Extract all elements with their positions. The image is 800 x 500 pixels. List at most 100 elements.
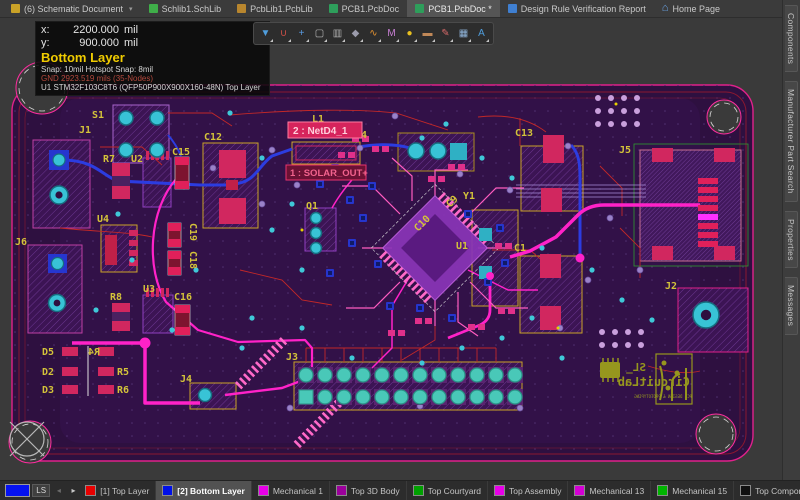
measure-tool-icon: ▥ — [333, 28, 342, 39]
chevron-down-icon[interactable]: ▾ — [129, 5, 133, 13]
document-tab-label: Design Rule Verification Report — [521, 4, 646, 14]
designator-label: Q1 — [306, 201, 318, 212]
document-tab-label: Schlib1.SchLib — [162, 4, 222, 14]
layer-set-button[interactable]: LS — [32, 484, 50, 497]
selection-filter-tool[interactable]: ▼ — [257, 24, 274, 43]
dropdown-triangle-icon — [342, 39, 345, 42]
designator-label: R6 — [117, 385, 129, 396]
layer-color-swatch — [574, 485, 585, 496]
hud-x-coordinate: x:2200.000mil — [41, 24, 261, 37]
layer-tab[interactable]: Top 3D Body — [330, 481, 407, 500]
selection-filter-tool-icon: ▼ — [261, 28, 271, 39]
dropdown-triangle-icon — [396, 39, 399, 42]
layer-color-swatch — [494, 485, 505, 496]
layer-set-swatch[interactable] — [5, 484, 30, 497]
dropdown-triangle-icon — [324, 39, 327, 42]
svg-text:CircuitLab: CircuitLab — [618, 375, 690, 389]
document-tab[interactable]: (6) Schematic Document ▾ — [3, 0, 141, 17]
component-body — [190, 383, 236, 409]
document-tab[interactable]: PcbLib1.PcbLib — [229, 0, 321, 17]
multi-route-tool-icon: M — [387, 28, 395, 39]
designator-label: J4 — [180, 374, 192, 385]
layer-tab-bar: LS ◂ ▸ [1] Top Layer[2] Bottom LayerMech… — [0, 480, 800, 500]
svg-text:SL_: SL_ — [626, 361, 646, 374]
layer-tab[interactable]: Top Component Center — [734, 481, 800, 500]
document-tab-label: PCB1.PcbDoc — [342, 4, 400, 14]
layer-tab[interactable]: [2] Bottom Layer — [156, 481, 252, 500]
polygon-pour-tool[interactable]: ◆ — [347, 24, 364, 43]
layer-tab-label: Mechanical 13 — [589, 486, 644, 496]
panel-tab-components[interactable]: Components — [785, 5, 798, 72]
pcb-canvas[interactable]: SL_CircuitLabPCB DESIGN & PROTOTYPINGS1J… — [0, 18, 782, 480]
layer-color-swatch — [258, 485, 269, 496]
hud-snap-info: Snap: 10mil Hotspot Snap: 8mil — [41, 65, 261, 74]
report-icon — [508, 4, 517, 13]
string-text-tool[interactable]: A — [473, 24, 490, 43]
panel-tab-properties[interactable]: Properties — [785, 211, 798, 269]
document-tab-label: (6) Schematic Document — [24, 4, 123, 14]
designator-label: J1 — [79, 125, 91, 136]
pad-tool[interactable]: ▬ — [419, 24, 436, 43]
dropdown-triangle-icon — [288, 39, 291, 42]
via-tool-icon: ● — [406, 28, 412, 39]
layer-tab[interactable]: [1] Top Layer — [79, 481, 156, 500]
document-tab[interactable]: Design Rule Verification Report — [500, 0, 654, 17]
designator-label: C12 — [204, 132, 222, 143]
board-cutout — [696, 414, 736, 454]
layer-tab[interactable]: Top Assembly — [488, 481, 568, 500]
layer-color-swatch — [85, 485, 96, 496]
pcb-editor-window: (6) Schematic Document ▾ Schlib1.SchLib Pcb… — [0, 0, 800, 500]
layer-color-swatch — [740, 485, 751, 496]
document-tab-bar: (6) Schematic Document ▾ Schlib1.SchLib Pcb… — [0, 0, 782, 18]
panel-tab-manufacturer-part-search[interactable]: Manufacturer Part Search — [785, 81, 798, 202]
layer-tab[interactable]: Mechanical 1 — [252, 481, 330, 500]
designator-label: C1 — [514, 243, 526, 254]
dropdown-triangle-icon — [360, 39, 363, 42]
designator-label: C13 — [515, 128, 533, 139]
layer-scroll-left-button[interactable]: ◂ — [53, 483, 65, 498]
svg-text:PCB DESIGN & PROTOTYPING: PCB DESIGN & PROTOTYPING — [634, 394, 692, 399]
layer-tab-label: Top Courtyard — [428, 486, 481, 496]
designator-label: C18 — [187, 251, 198, 269]
layer-tab[interactable]: Mechanical 13 — [568, 481, 651, 500]
properties-tool[interactable]: ✎ — [437, 24, 454, 43]
layer-tab[interactable]: Top Courtyard — [407, 481, 488, 500]
layer-color-swatch — [657, 485, 668, 496]
layer-tab-label: Top Assembly — [509, 486, 561, 496]
layer-tab-label: Top Component Center — [755, 486, 800, 496]
designator-label: J5 — [619, 145, 631, 156]
hud-part-info: U1 STM32F103C8T6 (QFP50P900X900X160-48N)… — [41, 83, 261, 92]
layer-color-swatch — [336, 485, 347, 496]
document-tab[interactable]: ⌂Home Page — [654, 0, 728, 17]
net-label: 2 : NetD4_1 — [293, 126, 348, 137]
snap-grid-tool[interactable]: + — [293, 24, 310, 43]
polygon-pour-tool-icon: ◆ — [352, 28, 360, 39]
document-tab[interactable]: PCB1.PcbDoc — [321, 0, 408, 17]
board-cutout — [707, 100, 741, 134]
selection-area-tool[interactable]: ▢ — [311, 24, 328, 43]
layer-tab[interactable]: Mechanical 15 — [651, 481, 734, 500]
active-bar-toolbar: ▼ ∪+▢ ▥ ◆ ∿ M ● ▬ ✎ ▦A — [253, 22, 494, 45]
designator-label: R4 — [88, 347, 100, 358]
pad-tool-icon: ▬ — [423, 28, 433, 39]
designator-label: C15 — [172, 147, 190, 158]
document-tab-label: PCB1.PcbDoc * — [428, 4, 492, 14]
via-tool[interactable]: ● — [401, 24, 418, 43]
properties-tool-icon: ✎ — [441, 28, 449, 39]
interactive-route-tool[interactable]: ∿ — [365, 24, 382, 43]
interactive-route-tool-icon: ∿ — [369, 28, 377, 39]
designator-label: U3 — [143, 284, 155, 295]
dropdown-triangle-icon — [306, 39, 309, 42]
snap-magnet-tool[interactable]: ∪ — [275, 24, 292, 43]
designator-label: U4 — [97, 214, 109, 225]
document-tab[interactable]: PCB1.PcbDoc * — [407, 0, 500, 17]
designator-label: Y1 — [463, 191, 475, 202]
multi-route-tool[interactable]: M — [383, 24, 400, 43]
panels-tool[interactable]: ▦ — [455, 24, 472, 43]
document-tab[interactable]: Schlib1.SchLib — [141, 0, 230, 17]
panel-tab-messages[interactable]: Messages — [785, 277, 798, 334]
layer-scroll-right-button[interactable]: ▸ — [68, 483, 80, 498]
designator-label: J6 — [15, 237, 27, 248]
measure-tool[interactable]: ▥ — [329, 24, 346, 43]
pcblib-icon — [237, 4, 246, 13]
